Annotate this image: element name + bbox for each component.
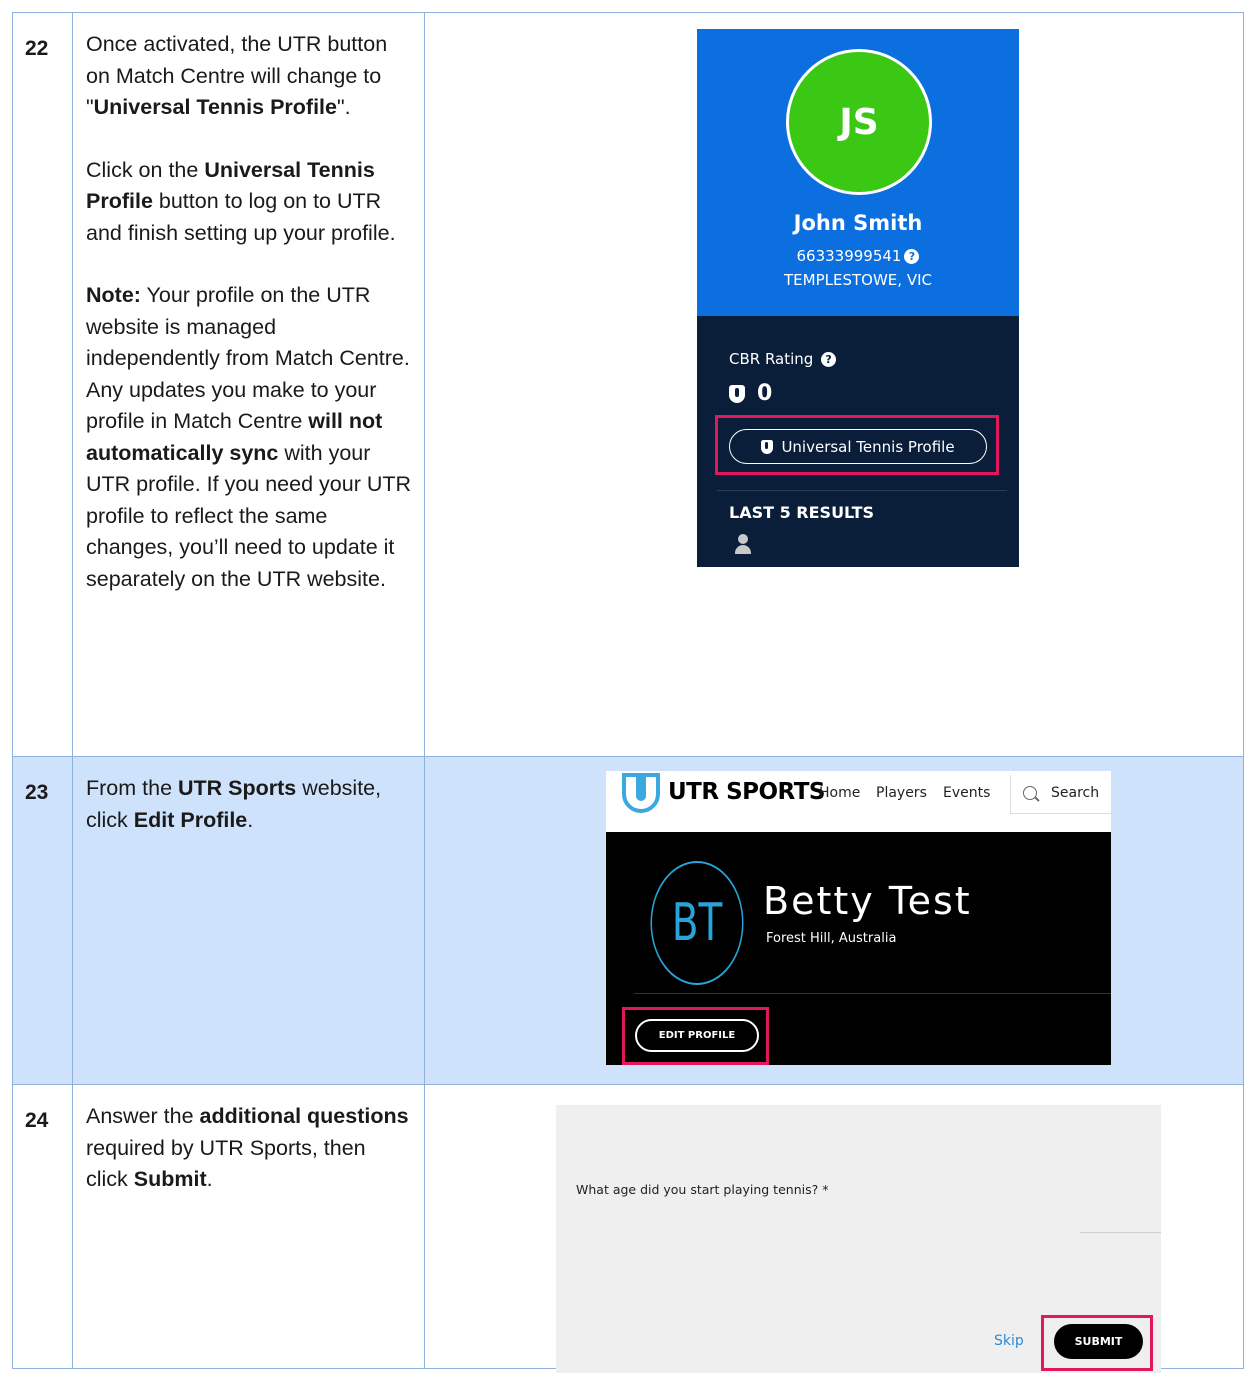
bold-text: Universal Tennis Profile: [93, 95, 337, 119]
divider: [1010, 775, 1011, 813]
bold-text: Edit Profile: [133, 807, 248, 832]
player-name: Betty Test: [763, 879, 972, 923]
text: .: [206, 1167, 213, 1191]
avatar: BT: [650, 861, 744, 985]
paragraph: Once activated, the UTR button on Match …: [86, 29, 412, 124]
text: required by UTR Sports, then click: [86, 1135, 366, 1192]
screenshot-cell: UTR SPORTS Home Players Events Search BT…: [424, 756, 1244, 1085]
highlight-box: [1041, 1315, 1153, 1371]
text: Click on the: [86, 157, 205, 182]
bold-text: Note:: [86, 283, 141, 307]
player-name: John Smith: [793, 211, 923, 235]
utr-shield-icon: [729, 384, 745, 403]
search-icon[interactable]: [1023, 786, 1037, 800]
skip-link[interactable]: Skip: [994, 1333, 1024, 1349]
search-input[interactable]: Search: [1051, 785, 1099, 801]
help-icon[interactable]: ?: [821, 352, 837, 367]
screenshot-cell: What age did you start playing tennis? *…: [424, 1084, 1244, 1373]
step-row-23: 23 From the UTR Sports website, click Ed…: [12, 756, 1244, 1085]
help-icon[interactable]: ?: [904, 249, 920, 264]
player-id-line: 66333999541?: [697, 247, 1019, 265]
nav-events[interactable]: Events: [943, 785, 990, 801]
step-instructions: Answer the additional questions required…: [72, 1084, 425, 1369]
rating-label-line: CBR Rating ?: [729, 350, 837, 368]
bold-text: additional questions: [199, 1104, 409, 1128]
person-icon: [735, 534, 751, 554]
avatar-initials: BT: [671, 893, 723, 953]
player-location: TEMPLESTOWE, VIC: [784, 271, 932, 289]
player-id: 66333999541: [796, 247, 902, 265]
top-nav: UTR SPORTS Home Players Events Search: [606, 771, 1111, 832]
steps-table: 22 Once activated, the UTR button on Mat…: [12, 12, 1244, 1373]
question-label: What age did you start playing tennis? *: [576, 1182, 829, 1197]
nav-players[interactable]: Players: [876, 785, 927, 801]
text: From the: [86, 776, 178, 800]
rating-value: 0: [757, 381, 773, 406]
highlight-box: [622, 1007, 769, 1065]
note-paragraph: Note: Your profile on the UTR website is…: [86, 280, 412, 595]
step-number: 23: [12, 756, 73, 1085]
bold-text: Submit: [133, 1167, 207, 1191]
paragraph: Answer the additional questions required…: [86, 1101, 412, 1196]
match-centre-panel: JS John Smith 66333999541? TEMPLESTOWE, …: [697, 29, 1019, 567]
rating-label: CBR Rating: [729, 350, 814, 368]
paragraph: From the UTR Sports website, click Edit …: [86, 773, 412, 836]
utr-sports-panel: UTR SPORTS Home Players Events Search BT…: [606, 771, 1111, 1065]
step-number: 24: [12, 1084, 73, 1369]
last-results-heading: LAST 5 RESULTS: [729, 503, 875, 522]
divider: [717, 490, 1007, 491]
divider: [1010, 813, 1111, 814]
utr-logo-text[interactable]: UTR SPORTS: [668, 779, 826, 805]
rating-value-line: 0: [729, 381, 772, 406]
step-instructions: Once activated, the UTR button on Match …: [72, 12, 425, 757]
paragraph: Click on the Universal Tennis Profile bu…: [86, 155, 412, 250]
utr-logo-icon[interactable]: [622, 773, 660, 813]
player-location: Forest Hill, Australia: [766, 931, 897, 946]
step-row-24: 24 Answer the additional questions requi…: [12, 1084, 1244, 1373]
text: Answer the: [86, 1104, 200, 1128]
highlight-box: [715, 415, 999, 475]
answer-field[interactable]: [1080, 1232, 1161, 1233]
text: .: [247, 807, 254, 832]
step-row-22: 22 Once activated, the UTR button on Mat…: [12, 12, 1244, 757]
step-instructions: From the UTR Sports website, click Edit …: [72, 756, 425, 1085]
bold-text: UTR Sports: [178, 776, 297, 800]
avatar: JS: [786, 49, 932, 195]
step-number: 22: [12, 12, 73, 757]
questions-form: What age did you start playing tennis? *…: [556, 1105, 1161, 1373]
divider: [634, 993, 1111, 994]
text: ".: [337, 95, 351, 119]
screenshot-cell: JS John Smith 66333999541? TEMPLESTOWE, …: [424, 12, 1244, 757]
nav-home[interactable]: Home: [819, 785, 860, 801]
